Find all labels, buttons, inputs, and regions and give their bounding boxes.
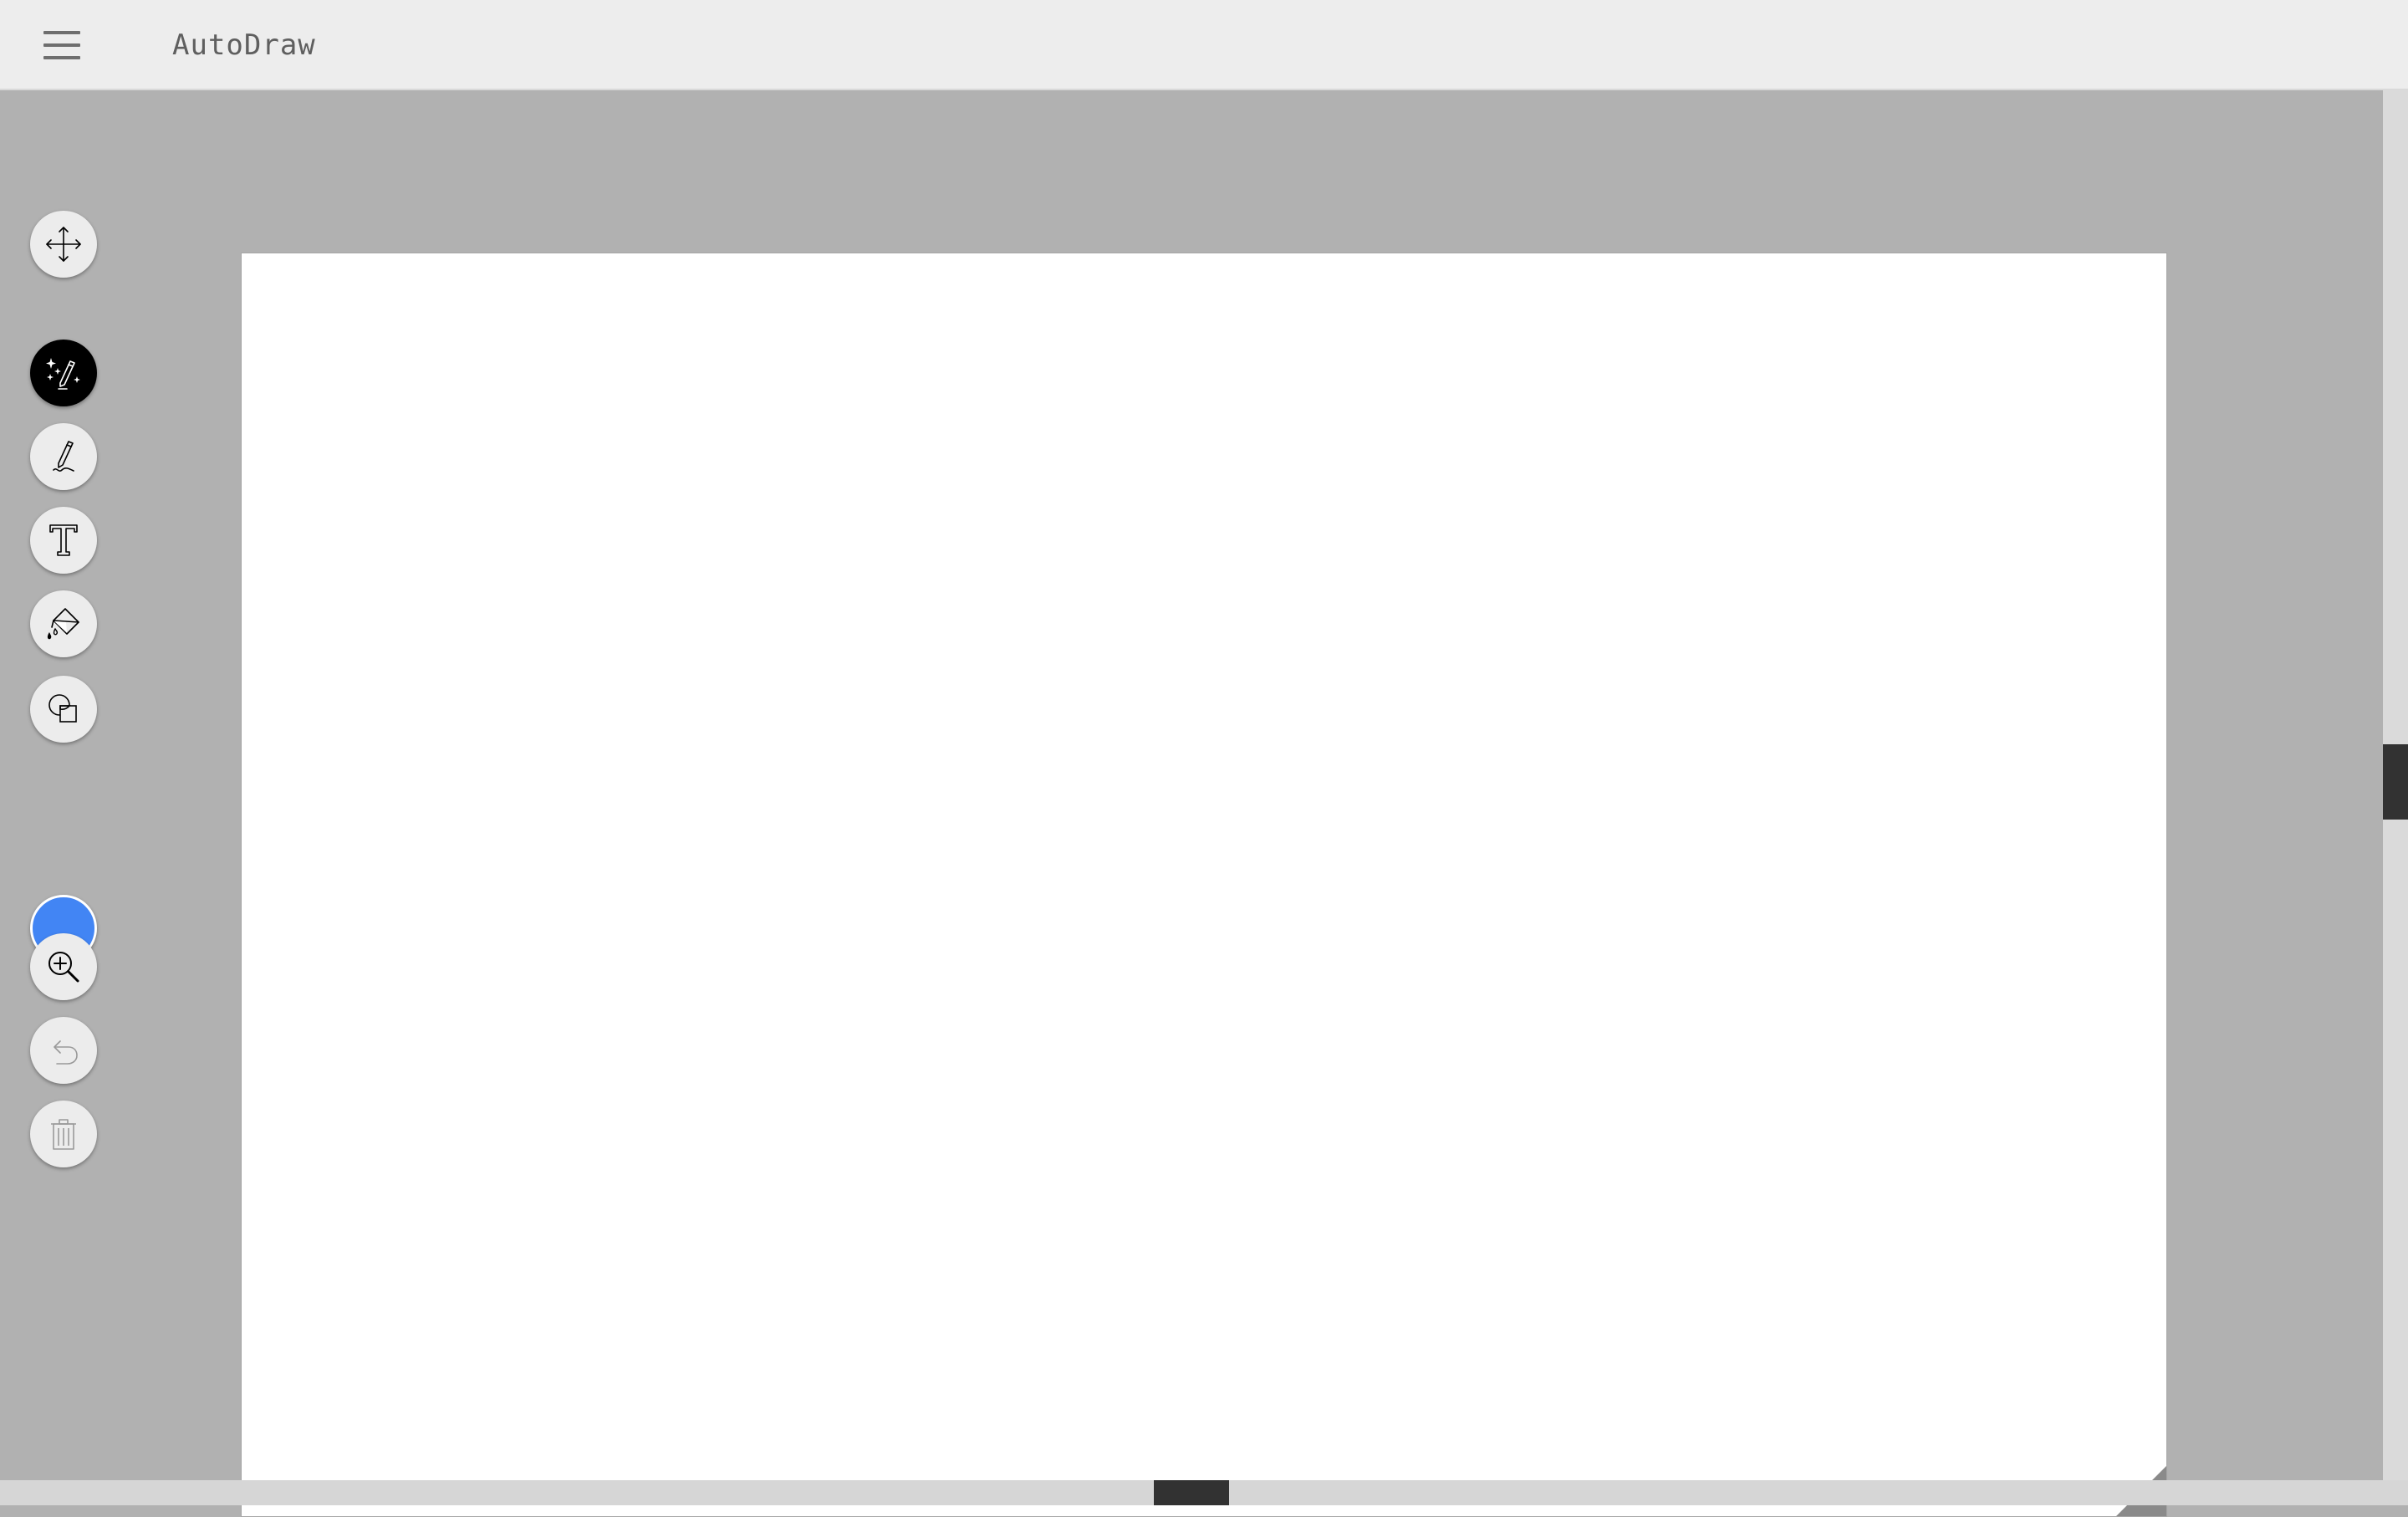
move-tool-button[interactable] [30,211,97,278]
menu-line [43,43,80,47]
type-tool-button[interactable] [30,507,97,574]
app-title: AutoDraw [172,28,316,62]
autodraw-tool-button[interactable] [30,340,97,406]
shape-tool-button[interactable] [30,676,97,743]
hamburger-menu-icon[interactable] [32,17,92,74]
menu-line [43,31,80,34]
pencil-icon [53,441,74,472]
move-arrows-icon [46,227,81,262]
delete-button[interactable] [30,1101,97,1167]
menu-line [43,56,80,59]
fill-tool-button[interactable] [30,590,97,657]
trash-icon [51,1119,76,1150]
vertical-scrollbar-thumb[interactable] [2383,744,2408,820]
draw-tool-button[interactable] [30,423,97,490]
zoom-tool-button[interactable] [30,933,97,1000]
drawing-canvas[interactable] [241,253,2167,1517]
text-t-icon [49,524,78,556]
horizontal-scrollbar-thumb[interactable] [1154,1480,1229,1505]
shapes-icon [48,694,77,723]
magic-pencil-sparkles-icon [46,358,80,390]
undo-button[interactable] [30,1017,97,1084]
zoom-in-icon [48,952,79,983]
workspace [0,90,2383,1517]
undo-icon [54,1040,78,1065]
paint-bucket-icon [47,608,79,640]
top-bar: AutoDraw [0,0,2408,90]
